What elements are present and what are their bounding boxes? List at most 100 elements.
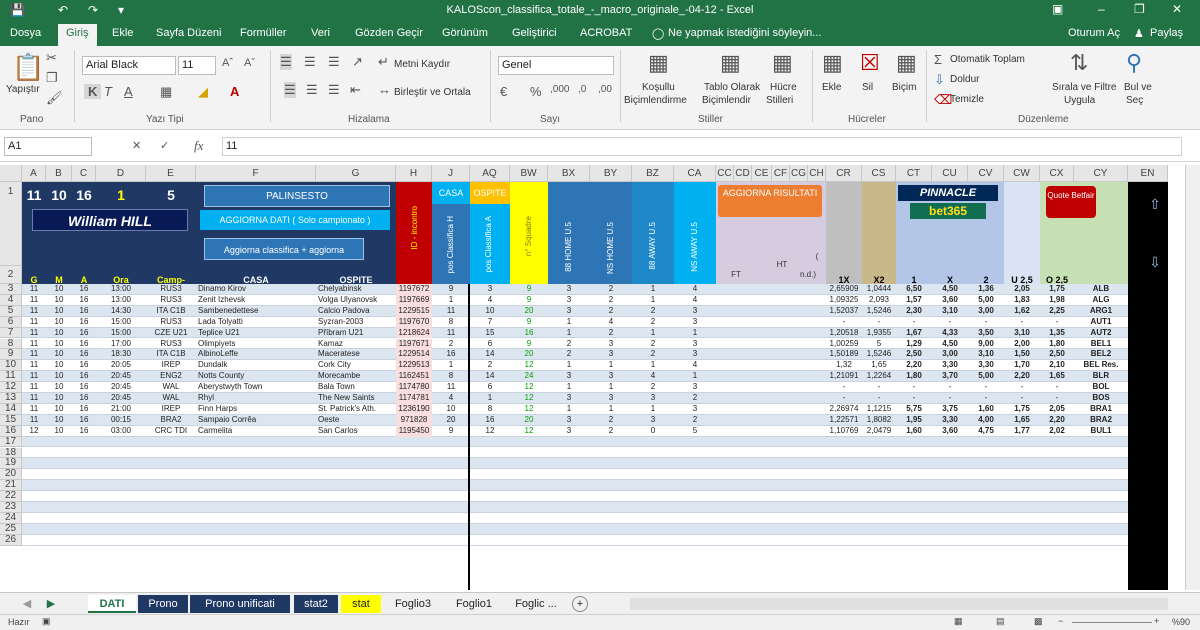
cell[interactable]: Morecambe	[316, 371, 396, 382]
cell[interactable]: -	[1040, 382, 1074, 393]
cell[interactable]	[548, 524, 590, 535]
cell[interactable]	[790, 371, 808, 382]
cell[interactable]: 1195450	[396, 425, 432, 437]
cell[interactable]: 1,80	[896, 371, 932, 382]
column-header[interactable]: CC	[716, 165, 734, 182]
cell[interactable]: 3,30	[932, 415, 968, 426]
cell[interactable]: 1236190	[396, 403, 432, 415]
cell[interactable]	[396, 524, 432, 535]
sort-filter-icon[interactable]: ⇅	[1070, 50, 1088, 76]
cell[interactable]	[1074, 513, 1128, 524]
cell[interactable]	[808, 371, 826, 382]
cell[interactable]: 16	[72, 306, 96, 317]
cell[interactable]	[470, 480, 510, 491]
cell[interactable]: ENG2	[146, 371, 196, 382]
cell[interactable]: 2,30	[896, 306, 932, 317]
cell[interactable]: 20	[432, 415, 470, 426]
cell[interactable]: 1	[590, 404, 632, 415]
insert-cells-button[interactable]: Ekle	[822, 82, 841, 94]
cell[interactable]: AUT2	[1074, 328, 1128, 339]
cell[interactable]	[548, 502, 590, 513]
cell[interactable]	[896, 448, 932, 459]
zoom-in-icon[interactable]: +	[1154, 616, 1159, 626]
cell[interactable]: 1	[432, 295, 470, 306]
cell[interactable]	[968, 480, 1004, 491]
cell[interactable]: 1,75	[1004, 404, 1040, 415]
cell[interactable]: 11	[22, 371, 46, 382]
cell[interactable]	[316, 458, 396, 469]
cell[interactable]	[510, 448, 548, 459]
cell[interactable]	[22, 480, 46, 491]
cell[interactable]: 3,10	[1004, 328, 1040, 339]
format-as-table-label-1[interactable]: Tablo Olarak	[704, 82, 760, 94]
cell[interactable]	[968, 469, 1004, 480]
cell[interactable]	[862, 448, 896, 459]
cell[interactable]	[716, 360, 734, 371]
confirm-entry-icon[interactable]: ✓	[160, 139, 169, 152]
cell[interactable]	[896, 513, 932, 524]
cell[interactable]: 1,5246	[862, 349, 896, 360]
cell[interactable]: 12	[510, 393, 548, 404]
cell[interactable]: BEL2	[1074, 349, 1128, 360]
cell[interactable]: 6	[470, 339, 510, 350]
cell[interactable]: 1	[548, 317, 590, 328]
cell[interactable]	[22, 458, 46, 469]
cell[interactable]: 03:00	[96, 426, 146, 437]
cell[interactable]	[716, 502, 734, 513]
cell[interactable]	[772, 491, 790, 502]
cell[interactable]: 10	[46, 360, 72, 371]
fill-icon[interactable]: ⇩	[934, 72, 945, 88]
cell[interactable]	[772, 404, 790, 415]
cell[interactable]	[432, 535, 470, 546]
name-box[interactable]: A1	[4, 137, 92, 156]
format-painter-icon[interactable]: 🖌	[46, 90, 63, 106]
cell[interactable]: Cork City	[316, 360, 396, 371]
cell[interactable]	[932, 535, 968, 546]
cell[interactable]	[72, 513, 96, 524]
cell[interactable]	[772, 317, 790, 328]
cell[interactable]: 15	[470, 328, 510, 339]
cell[interactable]: 10	[46, 426, 72, 437]
cell[interactable]: 2,20	[896, 360, 932, 371]
cell[interactable]: -	[896, 317, 932, 328]
cell[interactable]: 21:00	[96, 404, 146, 415]
cell[interactable]	[734, 535, 752, 546]
cell[interactable]	[734, 426, 752, 437]
paste-button[interactable]: Yapıştır	[6, 84, 40, 96]
cell[interactable]	[862, 513, 896, 524]
cell[interactable]	[734, 404, 752, 415]
format-cells-button[interactable]: Biçim	[892, 82, 916, 94]
cell[interactable]	[632, 458, 674, 469]
tab-sayfa-duzeni[interactable]: Sayfa Düzeni	[156, 27, 221, 39]
sheet-tab-dati[interactable]: DATI	[88, 595, 136, 613]
cell[interactable]: -	[1004, 393, 1040, 404]
cell[interactable]: 12	[510, 360, 548, 371]
cell[interactable]: Kamaz	[316, 339, 396, 350]
cell[interactable]: 16	[72, 317, 96, 328]
cell[interactable]: 6	[470, 382, 510, 393]
cell[interactable]	[826, 535, 862, 546]
cell[interactable]: Aberystwyth Town	[196, 382, 316, 393]
cell[interactable]	[752, 502, 772, 513]
cell[interactable]	[716, 426, 734, 437]
cell[interactable]: 4,75	[968, 426, 1004, 437]
column-header[interactable]: C	[72, 165, 96, 182]
cell[interactable]: 4	[470, 295, 510, 306]
cell[interactable]: 20	[510, 415, 548, 426]
cell[interactable]	[72, 502, 96, 513]
cell[interactable]: Sampaio Corrêa	[196, 415, 316, 426]
cell[interactable]: 1,65	[862, 360, 896, 371]
cell[interactable]	[826, 513, 862, 524]
cell[interactable]: 4	[632, 371, 674, 382]
horizontal-scrollbar[interactable]	[630, 598, 1168, 610]
cell[interactable]	[808, 360, 826, 371]
cell[interactable]	[932, 469, 968, 480]
cell[interactable]	[752, 371, 772, 382]
cell[interactable]: 1,83	[1004, 295, 1040, 306]
cell[interactable]	[932, 458, 968, 469]
cell[interactable]: 4	[590, 317, 632, 328]
font-color-icon[interactable]: A	[230, 84, 239, 99]
format-as-table-icon[interactable]: ▦	[720, 50, 741, 76]
cell[interactable]	[716, 448, 734, 459]
cell[interactable]: 1,50	[1004, 349, 1040, 360]
